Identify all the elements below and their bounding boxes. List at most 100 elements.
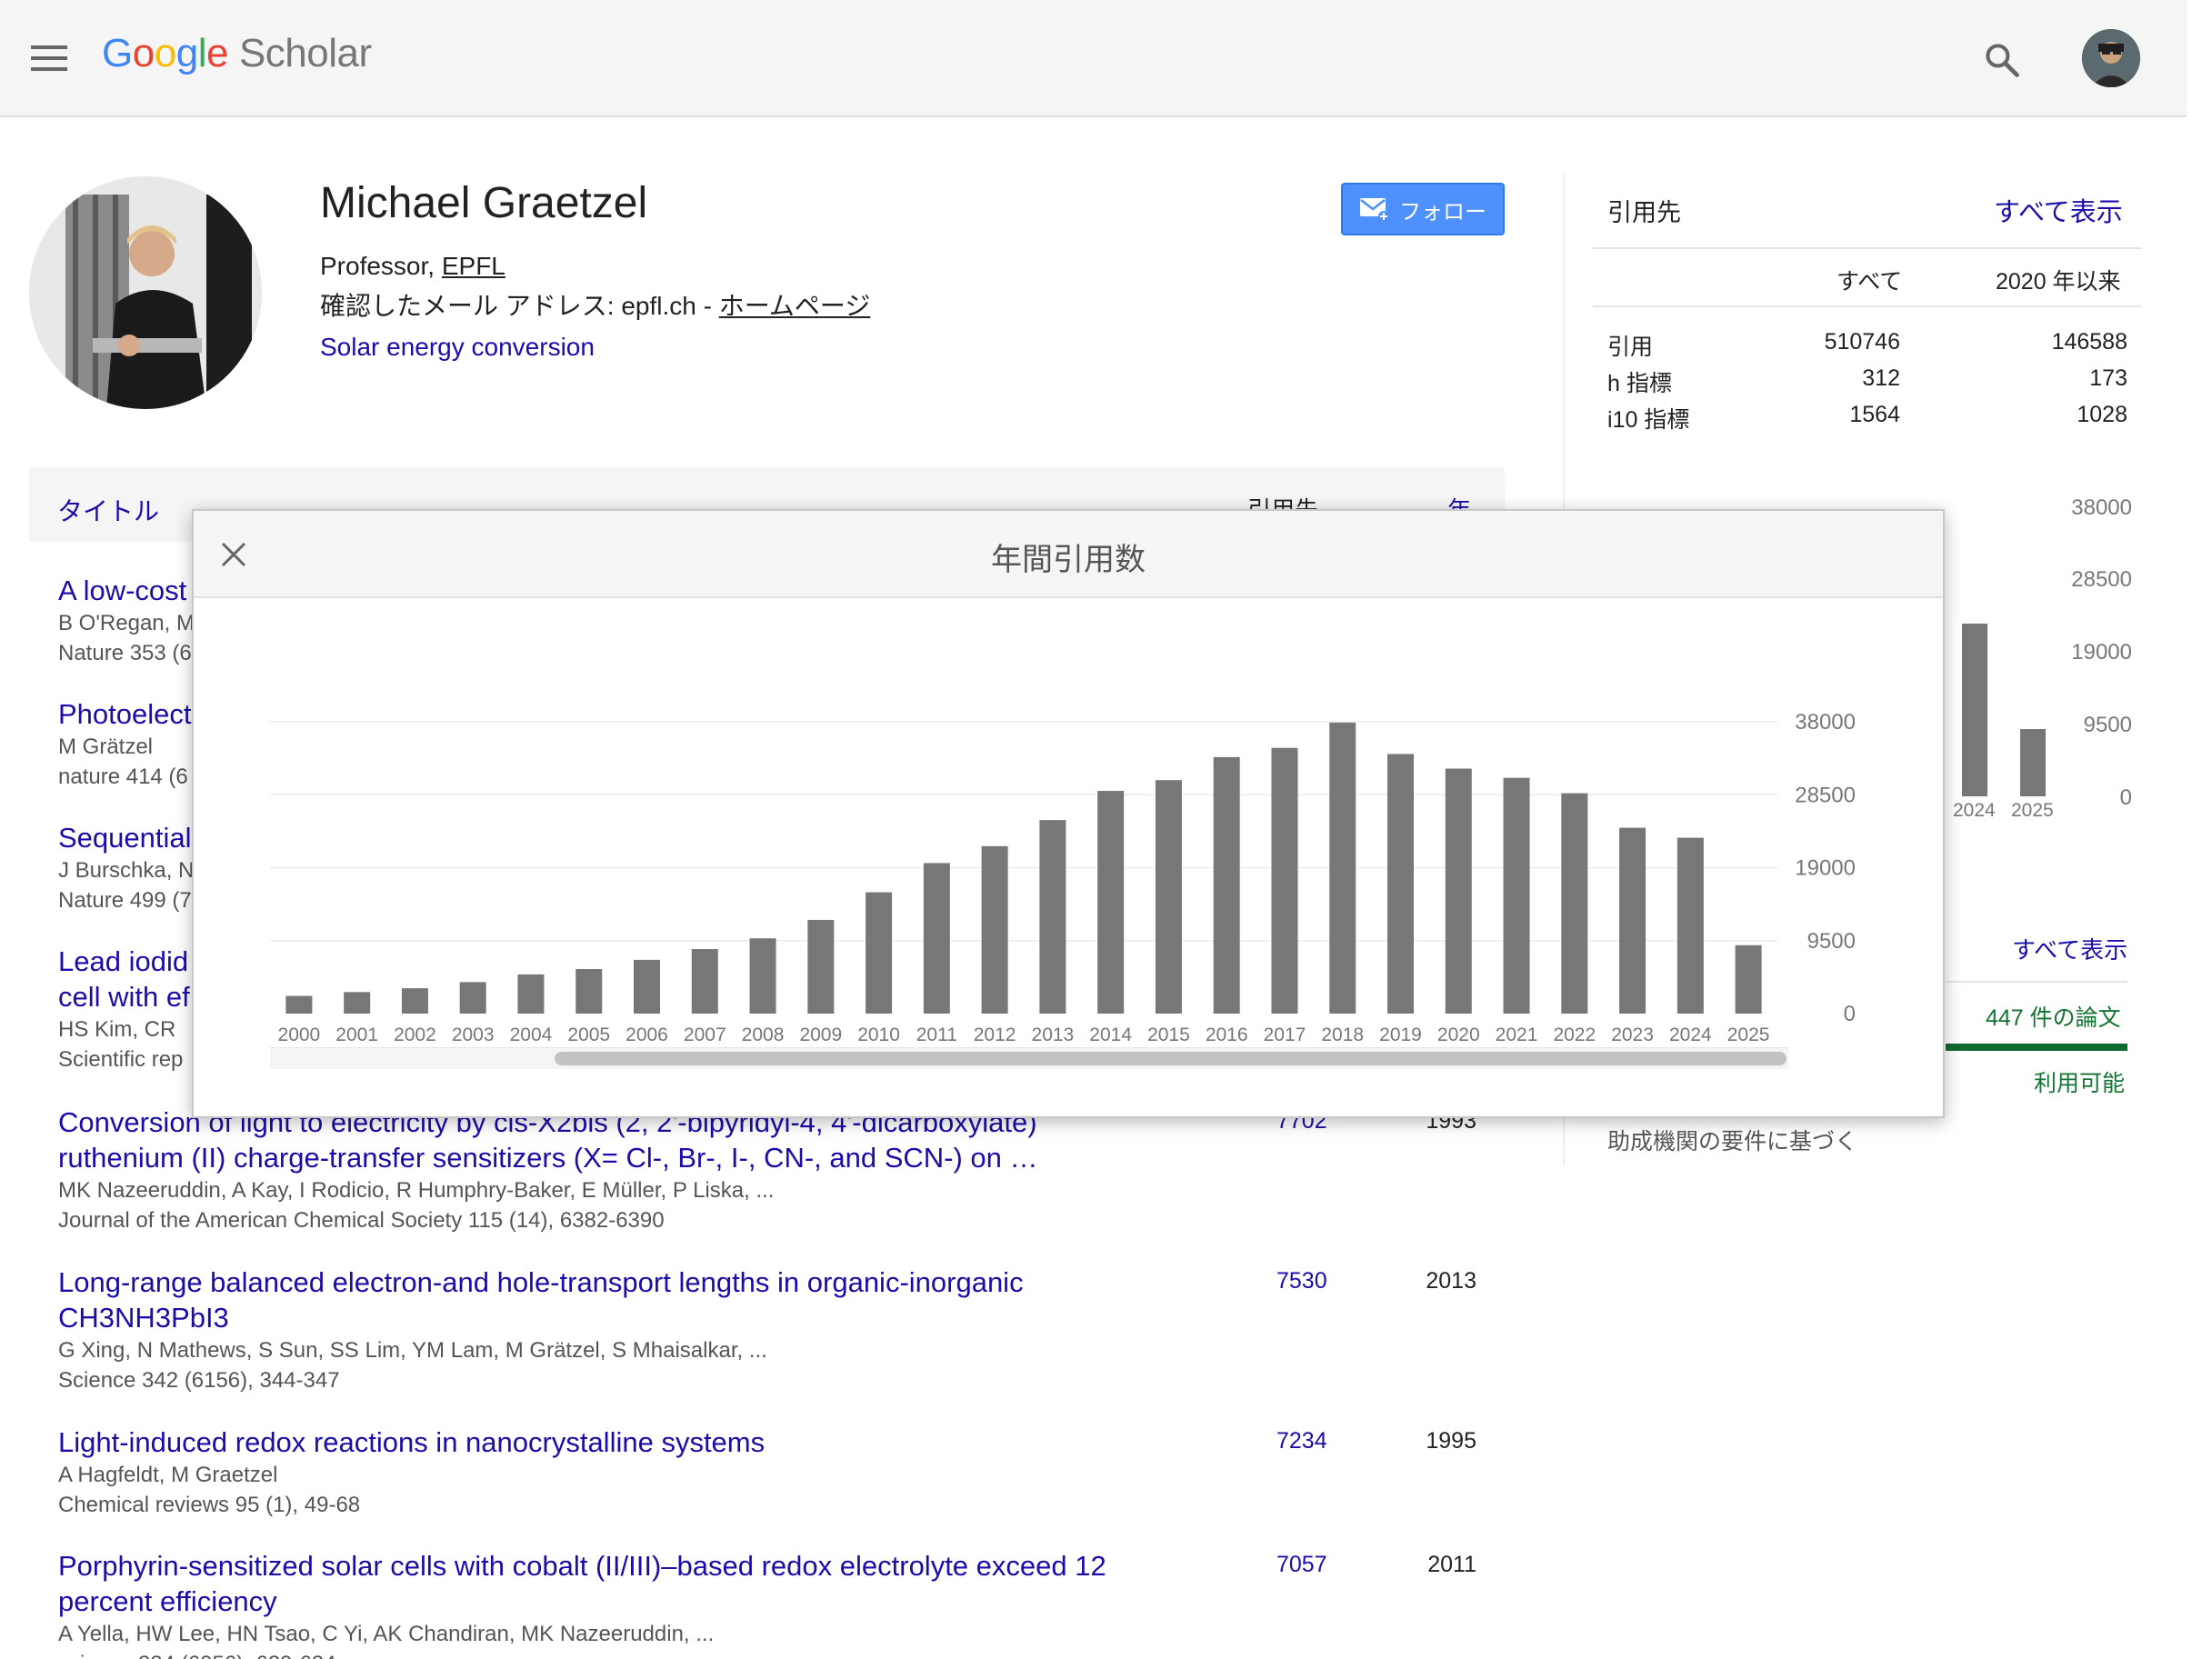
chart-scroll-thumb[interactable] — [555, 1052, 1787, 1065]
menu-icon[interactable] — [31, 45, 67, 71]
bar-2025[interactable] — [1735, 944, 1762, 1014]
bar-2010[interactable] — [866, 892, 893, 1014]
affiliation-link[interactable]: EPFL — [442, 252, 505, 280]
bar-2021[interactable] — [1503, 777, 1530, 1014]
mini-chart-bar-2024[interactable] — [1962, 624, 1987, 796]
publication-year: 2013 — [1426, 1268, 1476, 1294]
logo-scholar-text: Scholar — [238, 31, 372, 75]
x-tick-label: 2003 — [452, 1024, 495, 1045]
x-tick-label: 2004 — [510, 1024, 553, 1045]
metric-since-value: 173 — [2089, 365, 2127, 391]
bar-2015[interactable] — [1155, 780, 1182, 1014]
logo-google-text: Google — [102, 31, 228, 75]
x-tick-label: 2019 — [1379, 1024, 1422, 1045]
column-header-all: すべて — [1837, 269, 1903, 295]
x-tick-label: 2025 — [1727, 1024, 1770, 1045]
x-tick-label: 2010 — [857, 1024, 900, 1045]
x-tick-label: 2002 — [394, 1024, 436, 1045]
bar-2007[interactable] — [691, 949, 718, 1014]
account-avatar[interactable] — [2082, 29, 2140, 87]
bar-2016[interactable] — [1213, 756, 1240, 1014]
table-row: Light-induced redox reactions in nanocry… — [58, 1424, 1504, 1520]
bar-2013[interactable] — [1039, 820, 1066, 1014]
homepage-link[interactable]: ホームページ — [719, 292, 871, 320]
bar-2003[interactable] — [459, 982, 486, 1014]
public-access-progress-bar — [1946, 1044, 2127, 1051]
article-title-line2[interactable]: ruthenium (II) charge-transfer sensitize… — [58, 1140, 1131, 1175]
bar-2008[interactable] — [749, 938, 776, 1014]
bar-2000[interactable] — [285, 995, 313, 1014]
view-all-citations-link[interactable]: すべて表示 — [1994, 191, 2123, 229]
metric-all-value: 510746 — [1824, 329, 1900, 355]
x-tick-label: 2005 — [567, 1024, 610, 1045]
profile-affiliation: Professor, EPFL — [320, 252, 505, 281]
bar-2018[interactable] — [1329, 722, 1356, 1014]
bar-2011[interactable] — [923, 863, 950, 1014]
bar-2024[interactable] — [1677, 837, 1704, 1014]
sort-by-title[interactable]: タイトル — [57, 492, 159, 528]
search-icon[interactable] — [1982, 40, 2022, 80]
bar-2009[interactable] — [807, 919, 835, 1014]
bar-2020[interactable] — [1445, 768, 1472, 1014]
mini-chart-year-label: 2025 — [2011, 800, 2054, 821]
bar-2006[interactable] — [634, 959, 660, 1014]
view-all-public-access-link[interactable]: すべて表示 — [2012, 932, 2127, 965]
cited-by-count-link[interactable]: 7530 — [1276, 1268, 1327, 1294]
x-tick-label: 2000 — [278, 1024, 321, 1045]
follow-button[interactable]: フォロー — [1341, 183, 1505, 235]
metric-since-value: 146588 — [2051, 329, 2127, 355]
x-tick-label: 2022 — [1553, 1024, 1596, 1045]
public-access-papers-link[interactable]: 447 件の論文 — [1986, 1000, 2121, 1033]
metric-label: h 指標 — [1607, 371, 1672, 396]
affiliation-prefix: Professor, — [320, 252, 442, 280]
bar-2012[interactable] — [981, 845, 1008, 1014]
article-title-link[interactable]: Light-induced redox reactions in nanocry… — [58, 1424, 1131, 1460]
metric-label: i10 指標 — [1607, 407, 1690, 433]
bar-2002[interactable] — [401, 988, 428, 1014]
google-scholar-logo[interactable]: Google Scholar — [102, 31, 372, 76]
bar-2001[interactable] — [344, 992, 371, 1014]
x-tick-label: 2007 — [684, 1024, 726, 1045]
sidebar-divider-line — [1593, 247, 2142, 249]
article-title-line2[interactable]: CH3NH3PbI3 — [58, 1300, 1131, 1335]
metric-all-value: 312 — [1862, 365, 1900, 391]
article-authors: A Hagfeldt, M Graetzel — [58, 1463, 278, 1487]
mail-icon — [1360, 198, 1389, 222]
cited-by-count-link[interactable]: 7057 — [1276, 1552, 1327, 1578]
article-title-link[interactable]: Long-range balanced electron-and hole-tr… — [58, 1264, 1131, 1300]
bar-2017[interactable] — [1271, 747, 1298, 1014]
chart-horizontal-scrollbar[interactable] — [270, 1047, 1788, 1069]
x-tick-label: 2009 — [799, 1024, 842, 1045]
article-title-line2[interactable]: percent efficiency — [58, 1584, 1131, 1619]
metric-label: 引用 — [1607, 335, 1654, 360]
y-tick-label: 9500 — [1807, 929, 1856, 954]
x-tick-label: 2017 — [1264, 1024, 1306, 1045]
verified-email-line: 確認したメール アドレス: epfl.ch - ホームページ — [320, 286, 870, 323]
article-venue: Science 342 (6156), 344-347 — [58, 1368, 340, 1393]
top-app-bar: Google Scholar — [0, 0, 2187, 117]
bar-2004[interactable] — [517, 974, 545, 1014]
sidebar-divider-line — [1593, 305, 2142, 307]
x-tick-label: 2021 — [1496, 1024, 1538, 1045]
metric-all-value: 1564 — [1849, 402, 1900, 427]
article-venue: science 334 (6056), 629-634 — [58, 1649, 1504, 1659]
profile-photo — [29, 176, 262, 409]
mini-chart-tick: 9500 — [2083, 713, 2132, 737]
cited-by-count-link[interactable]: 7234 — [1276, 1428, 1327, 1454]
x-tick-label: 2023 — [1611, 1024, 1654, 1045]
mini-chart-tick: 19000 — [2071, 640, 2132, 665]
mini-chart-bar-2025[interactable] — [2020, 729, 2046, 796]
x-tick-label: 2011 — [916, 1024, 957, 1045]
mini-chart-tick: 28500 — [2071, 567, 2132, 592]
bar-2023[interactable] — [1619, 827, 1646, 1014]
dialog-header: 年間引用数 — [194, 511, 1943, 598]
y-tick-label: 19000 — [1795, 856, 1856, 881]
table-row: Conversion of light to electricity by ci… — [58, 1104, 1504, 1235]
article-title-link[interactable]: Porphyrin-sensitized solar cells with co… — [58, 1548, 1131, 1584]
bar-2022[interactable] — [1561, 793, 1588, 1014]
bar-2019[interactable] — [1387, 754, 1414, 1014]
article-authors: G Xing, N Mathews, S Sun, SS Lim, YM Lam… — [58, 1338, 767, 1363]
research-interest-link[interactable]: Solar energy conversion — [320, 333, 595, 362]
bar-2014[interactable] — [1097, 791, 1125, 1014]
bar-2005[interactable] — [576, 969, 603, 1014]
